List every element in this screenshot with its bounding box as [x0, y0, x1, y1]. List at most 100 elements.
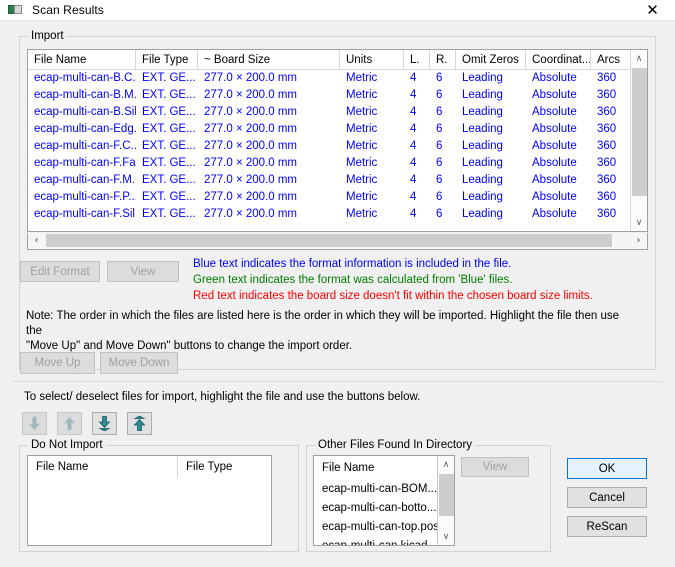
column-header-units[interactable]: Units [340, 50, 404, 70]
view-format-button[interactable]: View [107, 261, 179, 282]
move-all-to-import-button[interactable] [127, 412, 152, 435]
other-files-body[interactable]: File Name ecap-multi-can-BOM.... ecap-mult… [314, 456, 454, 545]
cell-arcs: 360 [597, 174, 617, 186]
do-not-import-column-header[interactable]: File Name [28, 456, 178, 478]
cell-units: Metric [346, 208, 378, 220]
other-files-scroll-down-icon[interactable]: ∨ [438, 528, 454, 545]
cell-file_type: EXT. GE... [142, 140, 196, 152]
list-item[interactable]: ecap-multi-can.kicad... [314, 537, 454, 545]
table-horizontal-scrollbar[interactable]: ‹ › [27, 233, 648, 250]
cell-file_type: EXT. GE... [142, 123, 196, 135]
column-header-r[interactable]: R. [430, 50, 456, 70]
column-header-board_size[interactable]: ~ Board Size [198, 50, 340, 70]
edit-format-button[interactable]: Edit Format [20, 261, 100, 282]
other-files-view-button[interactable]: View [461, 457, 529, 477]
cell-file_name: ecap-multi-can-F.Sil... [34, 208, 136, 220]
cell-arcs: 360 [597, 191, 617, 203]
scroll-right-icon[interactable]: › [630, 233, 647, 248]
cell-units: Metric [346, 89, 378, 101]
table-body[interactable]: ecap-multi-can-B.C... EXT. GE... 277.0 × 2… [28, 70, 647, 223]
column-header-arcs[interactable]: Arcs [591, 50, 631, 70]
do-not-import-list[interactable]: File Name File Type [27, 455, 272, 546]
table-row[interactable]: ecap-multi-can-F.P... EXT. GE... 277.0 × 2… [28, 189, 647, 206]
cell-file_name: ecap-multi-can-F.M... [34, 174, 136, 186]
rescan-button[interactable]: ReScan [567, 516, 647, 537]
other-files-column-header[interactable]: File Name [314, 456, 454, 480]
cell-omit_zeros: Leading [462, 174, 503, 186]
cell-coordinates: Absolute [532, 157, 577, 169]
move-all-to-do-not-import-button[interactable] [92, 412, 117, 435]
cell-arcs: 360 [597, 208, 617, 220]
window-title: Scan Results [32, 3, 104, 17]
column-header-file_name[interactable]: File Name [28, 50, 136, 70]
cell-coordinates: Absolute [532, 72, 577, 84]
cell-board_size: 277.0 × 200.0 mm [204, 157, 298, 169]
cell-r: 6 [436, 123, 443, 135]
cell-file_type: EXT. GE... [142, 174, 196, 186]
column-header-coordinates[interactable]: Coordinat... [526, 50, 591, 70]
table-row[interactable]: ecap-multi-can-F.Fa... EXT. GE... 277.0 × … [28, 155, 647, 172]
cell-file_type: EXT. GE... [142, 89, 196, 101]
table-row[interactable]: ecap-multi-can-F.M... EXT. GE... 277.0 × 2… [28, 172, 647, 189]
cell-r: 6 [436, 191, 443, 203]
do-not-import-column-header[interactable]: File Type [178, 456, 271, 478]
list-item[interactable]: ecap-multi-can-BOM.... [314, 480, 454, 499]
cell-coordinates: Absolute [532, 106, 577, 118]
other-files-list[interactable]: File Name ecap-multi-can-BOM.... ecap-mult… [313, 455, 455, 546]
cancel-button[interactable]: Cancel [567, 487, 647, 508]
scroll-thumb[interactable] [632, 68, 647, 196]
other-files-scroll-up-icon[interactable]: ∧ [438, 456, 454, 473]
table-row[interactable]: ecap-multi-can-Edg... EXT. GE... 277.0 × 2… [28, 121, 647, 138]
hscroll-thumb[interactable] [46, 234, 612, 247]
cell-arcs: 360 [597, 140, 617, 152]
close-icon[interactable]: ✕ [630, 0, 675, 20]
do-not-import-header-row: File Name File Type [28, 456, 271, 478]
cell-board_size: 277.0 × 200.0 mm [204, 208, 298, 220]
cell-board_size: 277.0 × 200.0 mm [204, 191, 298, 203]
cell-board_size: 277.0 × 200.0 mm [204, 174, 298, 186]
scroll-up-icon[interactable]: ∧ [631, 50, 647, 67]
move-to-do-not-import-button[interactable] [22, 412, 47, 435]
selection-hint: To select/ deselect files for import, hi… [24, 391, 421, 403]
cell-r: 6 [436, 89, 443, 101]
cell-board_size: 277.0 × 200.0 mm [204, 140, 298, 152]
move-up-button[interactable]: Move Up [20, 352, 95, 374]
scroll-down-icon[interactable]: ∨ [631, 214, 647, 231]
cell-l: 4 [410, 89, 417, 101]
column-header-file_type[interactable]: File Type [136, 50, 198, 70]
cell-r: 6 [436, 157, 443, 169]
other-files-legend: Other Files Found In Directory [315, 439, 476, 451]
table-row[interactable]: ecap-multi-can-B.C... EXT. GE... 277.0 × 2… [28, 70, 647, 87]
other-files-scrollbar[interactable]: ∧ ∨ [437, 456, 454, 545]
table-header-row: File Name File Type ~ Board Size Units L. R. O… [28, 50, 647, 70]
cell-l: 4 [410, 174, 417, 186]
cell-l: 4 [410, 157, 417, 169]
import-group-legend: Import [28, 30, 67, 42]
cell-r: 6 [436, 72, 443, 84]
move-down-button[interactable]: Move Down [100, 352, 178, 374]
table-row[interactable]: ecap-multi-can-F.Sil... EXT. GE... 277.0 ×… [28, 206, 647, 223]
cell-board_size: 277.0 × 200.0 mm [204, 89, 298, 101]
import-order-note: Note: The order in which the files are l… [26, 310, 619, 352]
cell-file_name: ecap-multi-can-F.P... [34, 191, 136, 203]
ok-button[interactable]: OK [567, 458, 647, 479]
scroll-left-icon[interactable]: ‹ [28, 233, 45, 248]
title-separator [0, 20, 675, 21]
cell-arcs: 360 [597, 157, 617, 169]
scan-results-icon [8, 2, 24, 18]
import-file-table[interactable]: File Name File Type ~ Board Size Units L. R. O… [27, 49, 648, 232]
list-item[interactable]: ecap-multi-can-botto... [314, 499, 454, 518]
table-row[interactable]: ecap-multi-can-B.M... EXT. GE... 277.0 × 2… [28, 87, 647, 104]
cell-file_type: EXT. GE... [142, 191, 196, 203]
arrow-up-icon [63, 416, 76, 431]
table-row[interactable]: ecap-multi-can-B.Sil... EXT. GE... 277.0 ×… [28, 104, 647, 121]
column-header-omit_zeros[interactable]: Omit Zeros [456, 50, 526, 70]
cell-arcs: 360 [597, 72, 617, 84]
move-to-import-button[interactable] [57, 412, 82, 435]
table-row[interactable]: ecap-multi-can-F.C... EXT. GE... 277.0 × 2… [28, 138, 647, 155]
cell-file_name: ecap-multi-can-B.M... [34, 89, 136, 101]
other-files-scroll-thumb[interactable] [439, 474, 454, 516]
list-item[interactable]: ecap-multi-can-top.pos [314, 518, 454, 537]
column-header-l[interactable]: L. [404, 50, 430, 70]
table-vertical-scrollbar[interactable]: ∧ ∨ [630, 50, 647, 231]
